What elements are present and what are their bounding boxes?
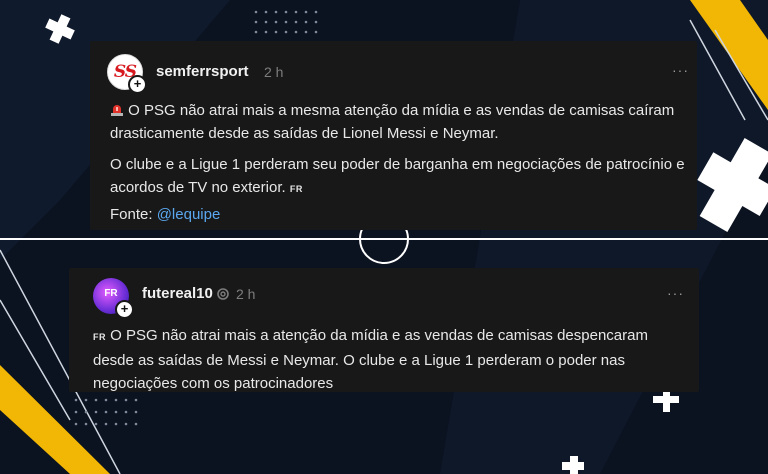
- france-flag: FR: [289, 184, 303, 194]
- avatar[interactable]: SS +: [107, 54, 147, 94]
- source-label: Fonte:: [110, 206, 153, 223]
- dot-grid: [74, 398, 138, 426]
- avatar-initials: FR: [104, 288, 118, 299]
- post-paragraph-2: O clube e a Ligue 1 perderam seu poder d…: [110, 153, 685, 201]
- source-link[interactable]: @lequipe: [157, 206, 221, 223]
- dot-grid: [254, 10, 318, 34]
- post-card-semferrsport: SS + semferrsport 2 h ··· O PSG não atra…: [90, 41, 697, 230]
- username[interactable]: futereal10: [142, 285, 213, 302]
- more-icon[interactable]: ···: [667, 285, 684, 301]
- post-card-futereal10: FR + futereal10 2 h ··· FR O PSG não atr…: [69, 268, 699, 392]
- source-line: Fonte: @lequipe: [110, 203, 220, 226]
- more-icon[interactable]: ···: [672, 62, 689, 78]
- timestamp[interactable]: 2 h: [264, 64, 283, 80]
- post-paragraph-1: O PSG não atrai mais a mesma atenção da …: [110, 99, 685, 145]
- post-text: FR O PSG não atrai mais a atenção da míd…: [93, 324, 688, 395]
- plus-icon[interactable]: +: [115, 300, 134, 319]
- france-flag: FR: [93, 332, 106, 342]
- timestamp[interactable]: 2 h: [236, 286, 255, 302]
- post-text-body: O PSG não atrai mais a atenção da mídia …: [93, 327, 648, 392]
- plus-icon[interactable]: +: [128, 75, 147, 94]
- avatar[interactable]: FR +: [93, 278, 134, 319]
- paragraph-1-text: O PSG não atrai mais a mesma atenção da …: [110, 102, 675, 142]
- paragraph-2-text: O clube e a Ligue 1 perderam seu poder d…: [110, 156, 685, 196]
- siren-emoji: [111, 105, 123, 116]
- threads-icon: [217, 288, 229, 300]
- username[interactable]: semferrsport: [156, 63, 249, 80]
